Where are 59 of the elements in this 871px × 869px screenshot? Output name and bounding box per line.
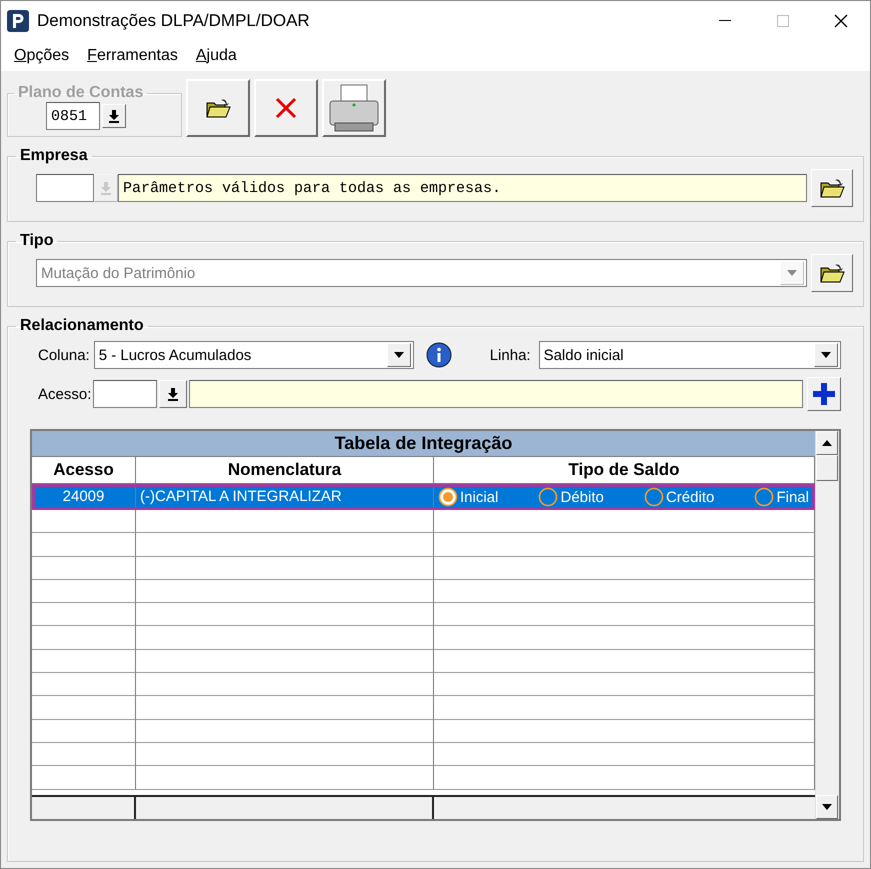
- window-title: Demonstrações DLPA/DMPL/DOAR: [37, 11, 311, 31]
- column-header: Acesso: [32, 457, 136, 484]
- row-dropdown[interactable]: Saldo inicial: [538, 341, 841, 369]
- download-button[interactable]: [159, 380, 188, 408]
- group-label: Relacionamento: [19, 317, 145, 335]
- app-logo-icon: [7, 10, 29, 32]
- company-code-field[interactable]: [36, 174, 94, 202]
- radio-option[interactable]: Crédito: [644, 487, 714, 507]
- open-button[interactable]: [186, 79, 250, 137]
- radio-option[interactable]: Inicial: [438, 487, 498, 507]
- caret-icon: [821, 352, 831, 358]
- up-caret-icon: [822, 440, 832, 446]
- radio-option[interactable]: Débito: [538, 487, 604, 507]
- group-label: Plano de Contas: [17, 84, 144, 102]
- download-arrow-icon: [100, 181, 112, 195]
- print-button[interactable]: [322, 79, 386, 137]
- scroll-down-button[interactable]: [816, 795, 838, 819]
- table-cell: (-)CAPITAL A INTEGRALIZAR: [136, 484, 434, 510]
- download-arrow-icon: [167, 387, 180, 401]
- close-icon: [834, 14, 848, 28]
- radio-option[interactable]: Final: [754, 487, 809, 507]
- group-label: Tipo: [19, 232, 54, 250]
- menu-item[interactable]: Opções: [7, 47, 76, 65]
- access-label: Acesso:: [38, 386, 92, 402]
- column-header: Tipo de Saldo: [434, 457, 815, 484]
- company-description-field: Parâmetros válidos para todas as empresas.: [118, 174, 807, 202]
- caret-icon: [822, 804, 832, 810]
- scrollbar-thumb[interactable]: [816, 455, 838, 481]
- table-cell: 24009: [32, 484, 136, 510]
- download-arrow-icon: [108, 109, 120, 123]
- account-plan-field[interactable]: 0851: [46, 102, 100, 130]
- table-title: Tabela de Integração: [32, 431, 815, 457]
- column-dropdown[interactable]: 5 - Lucros Acumulados: [94, 341, 414, 369]
- menu-item[interactable]: Ferramentas: [80, 47, 185, 65]
- minimize-icon: [719, 20, 731, 22]
- delete-button[interactable]: [254, 79, 318, 137]
- maximize-icon: [777, 15, 789, 27]
- close-icon: [275, 97, 297, 119]
- folder-icon: [819, 262, 845, 284]
- open-button[interactable]: [811, 169, 853, 207]
- open-button[interactable]: [811, 254, 853, 292]
- plus-icon: [812, 382, 836, 406]
- folder-icon: [205, 97, 231, 119]
- scroll-up-button[interactable]: [816, 431, 838, 455]
- info-icon: [426, 342, 452, 368]
- group-label: Empresa: [19, 147, 89, 165]
- caret-icon: [394, 352, 404, 358]
- access-field[interactable]: [93, 380, 158, 408]
- column-header: Nomenclatura: [136, 457, 434, 484]
- printer-icon: [327, 83, 381, 133]
- menu-item[interactable]: Ajuda: [188, 47, 244, 65]
- download-button[interactable]: [102, 104, 126, 128]
- scrollbar[interactable]: [815, 431, 839, 819]
- add-button[interactable]: [807, 377, 841, 411]
- caret-icon: [787, 270, 797, 276]
- table-row[interactable]: 24009 (-)CAPITAL A INTEGRALIZAR Inicial Débito Crédito Final: [32, 484, 815, 510]
- column-label: Coluna:: [38, 346, 90, 364]
- row-label: Linha:: [490, 346, 531, 364]
- folder-icon: [819, 177, 845, 199]
